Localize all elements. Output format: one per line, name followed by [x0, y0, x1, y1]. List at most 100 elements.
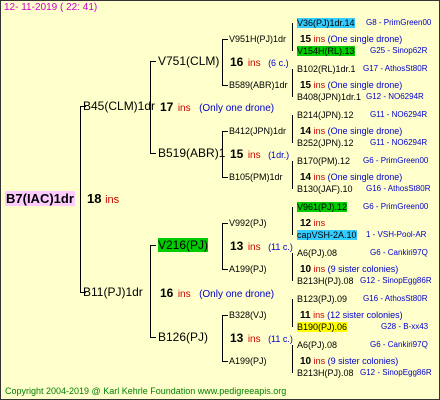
connector	[292, 161, 293, 189]
connector	[150, 153, 156, 154]
g3-note: (One single drone)	[327, 172, 403, 182]
g3-node-5[interactable]: V992(PJ)	[229, 217, 267, 230]
g4-node-8[interactable]: B130(JAF).10	[297, 183, 353, 196]
g3-num: 15	[300, 80, 312, 91]
g3-note: (9 sister colonies)	[327, 356, 399, 366]
g4-source-4: G12 - NO6294R	[366, 92, 424, 101]
g4-name-highlighted: B190(PJ).06	[297, 322, 348, 332]
g4-source-16: G12 - SinopEgg86R	[360, 368, 432, 377]
g2-inbreeding-2: 15 ins (1dr.)	[230, 147, 289, 162]
connector	[222, 315, 223, 361]
g3-ins-label: ins	[313, 310, 325, 320]
g3-node-3[interactable]: B412(JPN)1dr	[229, 125, 286, 138]
g4-node-16[interactable]: B213H(PJ).08	[297, 367, 354, 380]
g2-note: (1dr.)	[268, 150, 290, 160]
g4-source-6: G11 - NO6294R	[370, 138, 428, 147]
g4-node-4[interactable]: B408(JPN)1dr.1	[297, 91, 361, 104]
dam-node[interactable]: B11(PJ)1dr	[83, 286, 143, 299]
g3-ins-label: ins	[313, 264, 326, 274]
g3-num: 15	[300, 34, 312, 45]
g3-num: 12	[300, 218, 312, 229]
g4-node-6[interactable]: B252(JPN).12	[297, 137, 354, 150]
connector	[150, 337, 156, 338]
connector	[222, 269, 228, 270]
g2-note: (11 c.)	[268, 242, 293, 252]
g3-note: (9 sister colonies)	[327, 264, 399, 274]
report-date: 12- 11-2019 ( 22: 41)	[4, 2, 98, 13]
g4-node-2[interactable]: V154H(RL).13	[297, 45, 355, 58]
connector	[292, 253, 293, 281]
g2-node-1[interactable]: V751(CLM)	[158, 55, 219, 68]
g4-source-11: G6 - Cankiri97Q	[370, 248, 428, 257]
root-node[interactable]: B7(IAC)1dr	[5, 191, 75, 206]
g4-node-11[interactable]: A6(PJ).08	[297, 247, 337, 260]
g2-num: 13	[230, 331, 244, 345]
g3-ins-label: ins	[313, 356, 326, 366]
g3-node-8[interactable]: A199(PJ)	[229, 355, 267, 368]
g4-node-3[interactable]: B102(RL)1dr.1	[297, 63, 356, 76]
g3-note: (One single drone)	[327, 34, 403, 44]
g4-name-highlighted: V154H(RL).13	[297, 46, 355, 56]
g3-node-7[interactable]: B328(VJ)	[229, 309, 267, 322]
g3-node-1[interactable]: V951H(PJ)1dr	[229, 33, 286, 46]
g4-source-1: G8 - PrimGreen00	[366, 18, 432, 27]
dam-note: (Only one drone)	[199, 289, 275, 300]
g4-node-9[interactable]: V961(PJ).12	[297, 201, 348, 214]
connector	[222, 223, 223, 269]
g3-num: 11	[300, 310, 311, 321]
sire-num: 17	[160, 100, 174, 114]
g4-source-5: G11 - NO6294R	[370, 110, 428, 119]
connector	[222, 131, 228, 132]
g4-node-13[interactable]: B123(PJ).09	[297, 293, 347, 306]
connector	[222, 39, 228, 40]
g4-node-1[interactable]: V36(PJ)1dr.14	[297, 17, 355, 30]
g4-source-2: G25 - Sinop62R	[370, 46, 428, 55]
g4-name-highlighted: V36(PJ)1dr.14	[297, 18, 355, 28]
g4-source-14: G28 - B-xx43	[381, 322, 429, 331]
g4-node-12[interactable]: B213H(PJ).08	[297, 275, 354, 288]
g4-source-10: 1 - VSH-Pool-AR	[366, 230, 427, 239]
g4-name-highlighted: V961(PJ).12	[297, 202, 348, 212]
g4-node-7[interactable]: B170(PM).12	[297, 155, 350, 168]
g4-name-highlighted: capVSH-2A.10	[297, 230, 357, 240]
g2-node-4[interactable]: B126(PJ)	[158, 331, 208, 344]
g4-source-15: G6 - Cankiri97Q	[370, 340, 428, 349]
dam-num: 16	[160, 286, 174, 300]
g4-node-10[interactable]: capVSH-2A.10	[297, 229, 357, 242]
root-name: B7(IAC)1dr	[5, 191, 75, 206]
g2-inbreeding-4: 13 ins (11 c.)	[230, 331, 293, 346]
sire-node[interactable]: B45(CLM)1dr	[83, 100, 155, 113]
g3-ins-label: ins	[313, 34, 326, 44]
g3-node-2[interactable]: B589(ABR)1dr	[229, 79, 288, 92]
root-ins-label: ins	[105, 194, 120, 206]
g3-num: 14	[300, 126, 312, 137]
g2-node-3[interactable]: V216(PJ)	[158, 238, 209, 252]
g3-ins-label: ins	[313, 218, 326, 228]
g4-node-5[interactable]: B214(JPN).12	[297, 109, 354, 122]
connector	[150, 245, 156, 246]
connector	[150, 61, 156, 62]
connector	[222, 177, 228, 178]
g3-node-6[interactable]: A199(PJ)	[229, 263, 267, 276]
g2-ins-label: ins	[247, 334, 261, 345]
g4-node-15[interactable]: A6(PJ).08	[297, 339, 337, 352]
g2-ins-label: ins	[247, 242, 261, 253]
copyright-footer: Copyright 2004-2019 @ Karl Kehrle Founda…	[5, 386, 287, 396]
connector	[222, 361, 228, 362]
connector	[292, 115, 293, 143]
root-num: 18	[87, 191, 102, 206]
connector	[222, 223, 228, 224]
g2-note: (11 c.)	[268, 334, 293, 344]
connector	[292, 299, 293, 327]
g4-source-9: G6 - PrimGreen00	[363, 202, 429, 211]
connector	[292, 23, 293, 51]
g3-note: (One single drone)	[327, 126, 403, 136]
connector	[150, 245, 151, 337]
g3-num: 10	[300, 356, 312, 367]
g2-inbreeding-3: 13 ins (11 c.)	[230, 239, 293, 254]
g2-node-2[interactable]: B519(ABR)1	[158, 147, 225, 160]
g3-node-4[interactable]: B105(PM)1dr	[229, 171, 283, 184]
g3-note: (12 sister colonies)	[327, 310, 403, 320]
connector	[292, 207, 293, 235]
g4-node-14[interactable]: B190(PJ).06	[297, 321, 348, 334]
